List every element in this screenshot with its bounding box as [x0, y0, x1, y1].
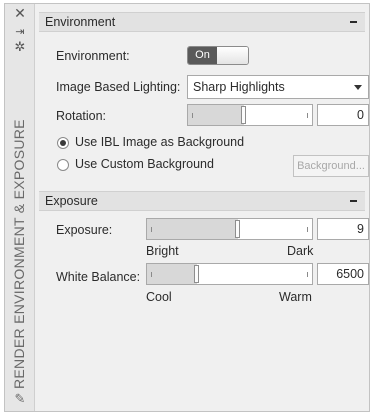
close-icon[interactable]: ✕ — [5, 6, 35, 22]
exposure-label: Exposure: — [56, 223, 113, 237]
gear-icon[interactable]: ✲ — [5, 40, 35, 55]
exposure-section-header[interactable]: Exposure — [39, 191, 365, 211]
slider-fill — [147, 219, 238, 239]
rotation-slider[interactable] — [187, 104, 313, 126]
background-button[interactable]: Background... — [293, 155, 369, 177]
environment-toggle[interactable]: On — [187, 46, 249, 65]
rotation-label: Rotation: — [56, 109, 107, 123]
palette-title: RENDER ENVIRONMENT & EXPOSURE — [11, 119, 27, 389]
use-custom-background-label[interactable]: Use Custom Background — [75, 157, 214, 171]
pin-icon[interactable]: ⇥ — [5, 25, 35, 38]
chevron-down-icon[interactable] — [354, 85, 362, 90]
exposure-max-caption: Dark — [287, 244, 314, 258]
palette-sidebar: ✕ ⇥ ✲ RENDER ENVIRONMENT & EXPOSURE ✎ — [5, 4, 35, 411]
slider-tick-max — [307, 227, 308, 232]
slider-tick-min — [192, 113, 193, 118]
white-balance-max-caption: Warm — [279, 290, 312, 304]
exposure-input[interactable]: 9 — [317, 218, 369, 240]
slider-thumb[interactable] — [193, 265, 199, 283]
slider-thumb[interactable] — [240, 106, 246, 124]
slider-tick-min — [151, 272, 152, 277]
toggle-knob[interactable] — [217, 47, 248, 64]
render-environment-exposure-palette: ✕ ⇥ ✲ RENDER ENVIRONMENT & EXPOSURE ✎ En… — [4, 3, 370, 412]
white-balance-label: White Balance: — [56, 270, 141, 284]
panel-properties-icon[interactable]: ✎ — [5, 392, 35, 407]
collapse-icon[interactable] — [350, 200, 357, 202]
ibl-dropdown-value: Sharp Highlights — [193, 80, 285, 94]
environment-section-header[interactable]: Environment — [39, 12, 365, 32]
use-custom-background-radio[interactable] — [57, 159, 69, 171]
collapse-icon[interactable] — [350, 21, 357, 23]
ibl-dropdown[interactable]: Sharp Highlights — [187, 75, 369, 99]
white-balance-min-caption: Cool — [146, 290, 172, 304]
environment-header-title: Environment — [45, 15, 116, 29]
white-balance-input[interactable]: 6500 — [317, 263, 369, 285]
slider-tick-max — [307, 272, 308, 277]
slider-fill — [147, 264, 197, 284]
use-ibl-background-radio[interactable] — [57, 137, 69, 149]
slider-fill — [188, 105, 244, 125]
exposure-min-caption: Bright — [146, 244, 179, 258]
slider-thumb[interactable] — [234, 220, 240, 238]
slider-tick-min — [151, 227, 152, 232]
rotation-input[interactable]: 0 — [317, 104, 369, 126]
exposure-header-title: Exposure — [45, 194, 98, 208]
ibl-label: Image Based Lighting: — [56, 80, 181, 94]
slider-tick-max — [307, 113, 308, 118]
environment-label: Environment: — [56, 49, 130, 63]
use-ibl-background-label[interactable]: Use IBL Image as Background — [75, 135, 244, 149]
exposure-slider[interactable] — [146, 218, 313, 240]
toggle-on-label: On — [188, 47, 217, 64]
white-balance-slider[interactable] — [146, 263, 313, 285]
